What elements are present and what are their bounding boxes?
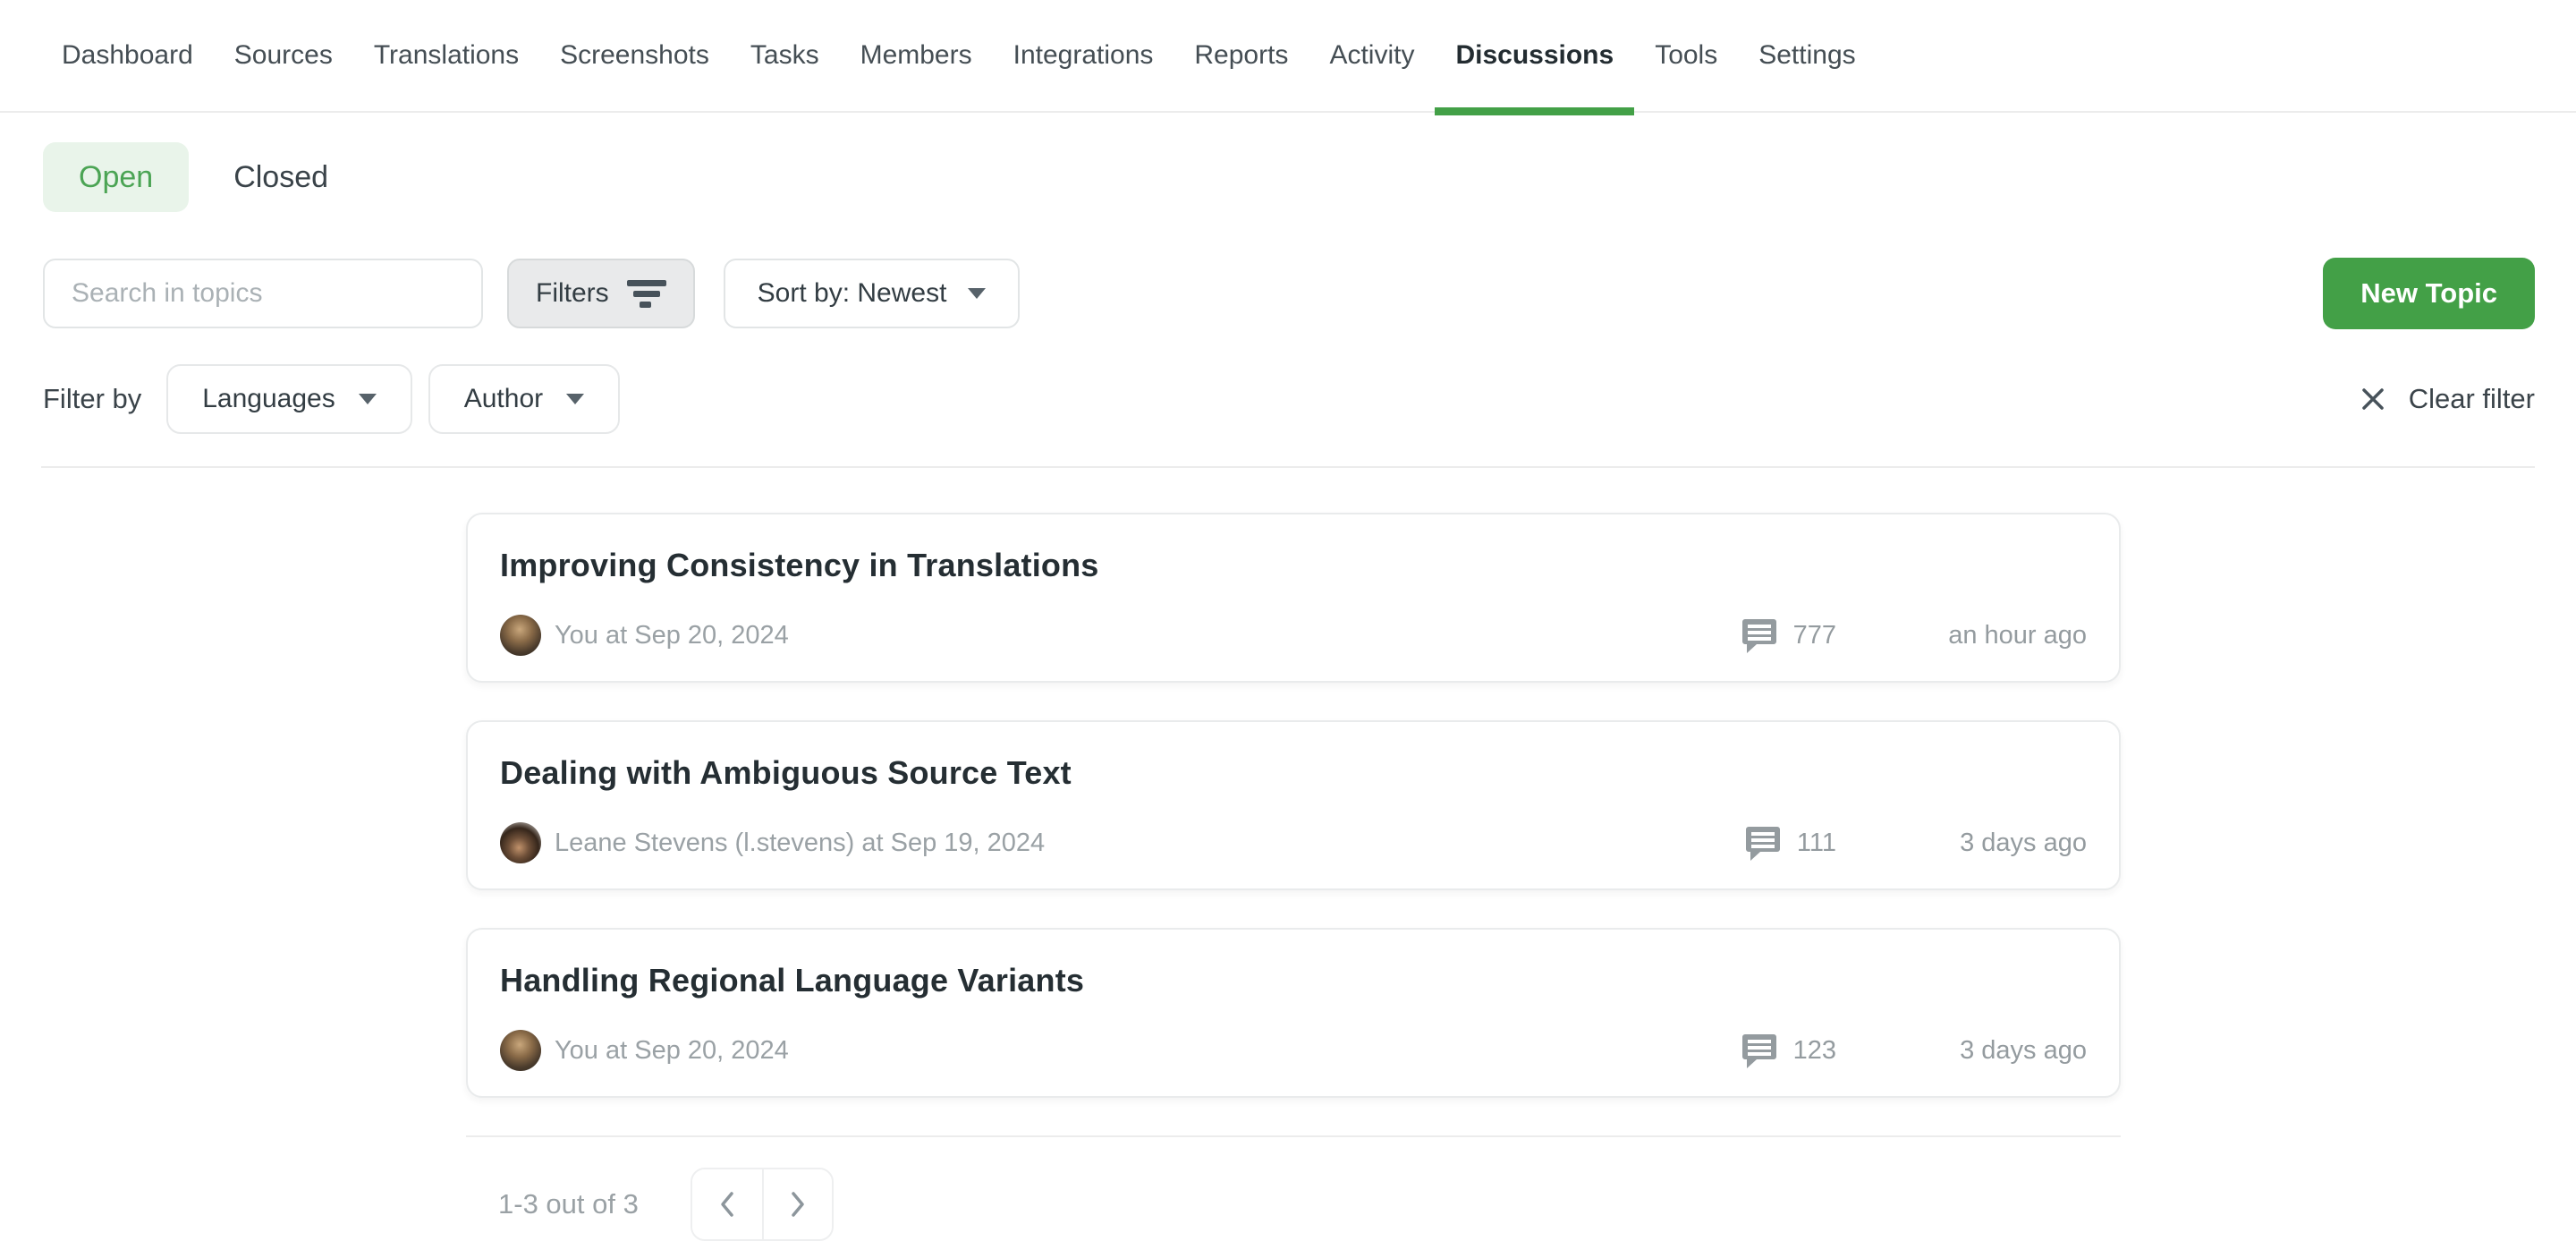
- topic-title[interactable]: Improving Consistency in Translations: [500, 547, 2087, 584]
- comment-count-value: 777: [1793, 621, 1836, 650]
- filter-by-label: Filter by: [43, 383, 141, 415]
- close-icon: [2359, 385, 2387, 413]
- topic-title[interactable]: Dealing with Ambiguous Source Text: [500, 754, 2087, 792]
- tab-open[interactable]: Open: [43, 142, 189, 212]
- topics-toolbar: Filters Sort by: Newest New Topic: [43, 259, 2535, 328]
- topic-card[interactable]: Handling Regional Language Variants You …: [466, 928, 2121, 1098]
- comment-count: 777: [1741, 616, 1836, 654]
- languages-filter-dropdown[interactable]: Languages: [166, 364, 411, 434]
- topic-title[interactable]: Handling Regional Language Variants: [500, 962, 2087, 999]
- caret-down-icon: [566, 394, 584, 404]
- tab-closed[interactable]: Closed: [189, 142, 373, 212]
- sort-button[interactable]: Sort by: Newest: [724, 259, 1021, 328]
- topic-timestamp: 3 days ago: [1836, 829, 2087, 858]
- nav-item-settings[interactable]: Settings: [1738, 0, 1876, 112]
- caret-down-icon: [968, 288, 986, 299]
- pagination-divider: [466, 1135, 2121, 1137]
- pager-buttons: [691, 1168, 834, 1241]
- chevron-right-icon: [786, 1189, 809, 1220]
- comment-count-value: 111: [1797, 829, 1836, 858]
- pagination: 1-3 out of 3: [466, 1168, 2121, 1241]
- nav-item-dashboard[interactable]: Dashboard: [41, 0, 214, 112]
- next-page-button[interactable]: [762, 1169, 832, 1239]
- comment-bubble-icon: [1744, 824, 1782, 862]
- section-divider: [41, 466, 2535, 468]
- nav-item-members[interactable]: Members: [840, 0, 993, 112]
- filter-bar: Filter by Languages Author Clear filter: [43, 364, 2535, 434]
- topic-timestamp: 3 days ago: [1836, 1036, 2087, 1066]
- filters-button-label: Filters: [536, 278, 609, 309]
- author-filter-label: Author: [464, 384, 543, 414]
- sort-button-label: Sort by: Newest: [758, 278, 947, 309]
- clear-filter-button[interactable]: Clear filter: [2359, 383, 2535, 415]
- comment-count-value: 123: [1793, 1036, 1836, 1066]
- comment-bubble-icon: [1741, 1032, 1778, 1069]
- topic-card[interactable]: Improving Consistency in Translations Yo…: [466, 513, 2121, 683]
- filter-lines-icon: [627, 277, 666, 310]
- nav-item-reports[interactable]: Reports: [1174, 0, 1309, 112]
- comment-bubble-icon: [1741, 616, 1778, 654]
- status-tabs: Open Closed: [43, 142, 2535, 212]
- comment-count: 123: [1741, 1032, 1836, 1069]
- author-filter-dropdown[interactable]: Author: [428, 364, 620, 434]
- nav-item-integrations[interactable]: Integrations: [993, 0, 1174, 112]
- caret-down-icon: [359, 394, 377, 404]
- nav-item-screenshots[interactable]: Screenshots: [539, 0, 730, 112]
- topic-meta-row: Leane Stevens (l.stevens) at Sep 19, 202…: [500, 822, 2087, 863]
- new-topic-button[interactable]: New Topic: [2323, 258, 2535, 329]
- comment-count: 111: [1744, 824, 1836, 862]
- topic-author-line: You at Sep 20, 2024: [555, 1036, 789, 1066]
- previous-page-button[interactable]: [692, 1169, 762, 1239]
- nav-item-translations[interactable]: Translations: [353, 0, 539, 112]
- nav-item-tasks[interactable]: Tasks: [730, 0, 840, 112]
- nav-item-activity[interactable]: Activity: [1309, 0, 1435, 112]
- topics-list: Improving Consistency in Translations Yo…: [466, 513, 2121, 1241]
- top-navigation: Dashboard Sources Translations Screensho…: [0, 0, 2576, 113]
- topic-author-line: Leane Stevens (l.stevens) at Sep 19, 202…: [555, 829, 1045, 858]
- avatar: [500, 822, 541, 863]
- topic-card[interactable]: Dealing with Ambiguous Source Text Leane…: [466, 720, 2121, 890]
- filters-button[interactable]: Filters: [507, 259, 695, 328]
- topic-meta-row: You at Sep 20, 2024 123 3 days ago: [500, 1030, 2087, 1071]
- nav-item-discussions[interactable]: Discussions: [1435, 0, 1634, 112]
- avatar: [500, 615, 541, 656]
- topic-author-line: You at Sep 20, 2024: [555, 621, 789, 650]
- nav-item-tools[interactable]: Tools: [1634, 0, 1738, 112]
- search-input[interactable]: [43, 259, 483, 328]
- avatar: [500, 1030, 541, 1071]
- topic-meta-row: You at Sep 20, 2024 777 an hour ago: [500, 615, 2087, 656]
- languages-filter-label: Languages: [202, 384, 335, 414]
- chevron-left-icon: [716, 1189, 739, 1220]
- page-summary: 1-3 out of 3: [498, 1188, 639, 1220]
- topic-timestamp: an hour ago: [1836, 621, 2087, 650]
- clear-filter-label: Clear filter: [2409, 383, 2535, 415]
- nav-item-sources[interactable]: Sources: [214, 0, 353, 112]
